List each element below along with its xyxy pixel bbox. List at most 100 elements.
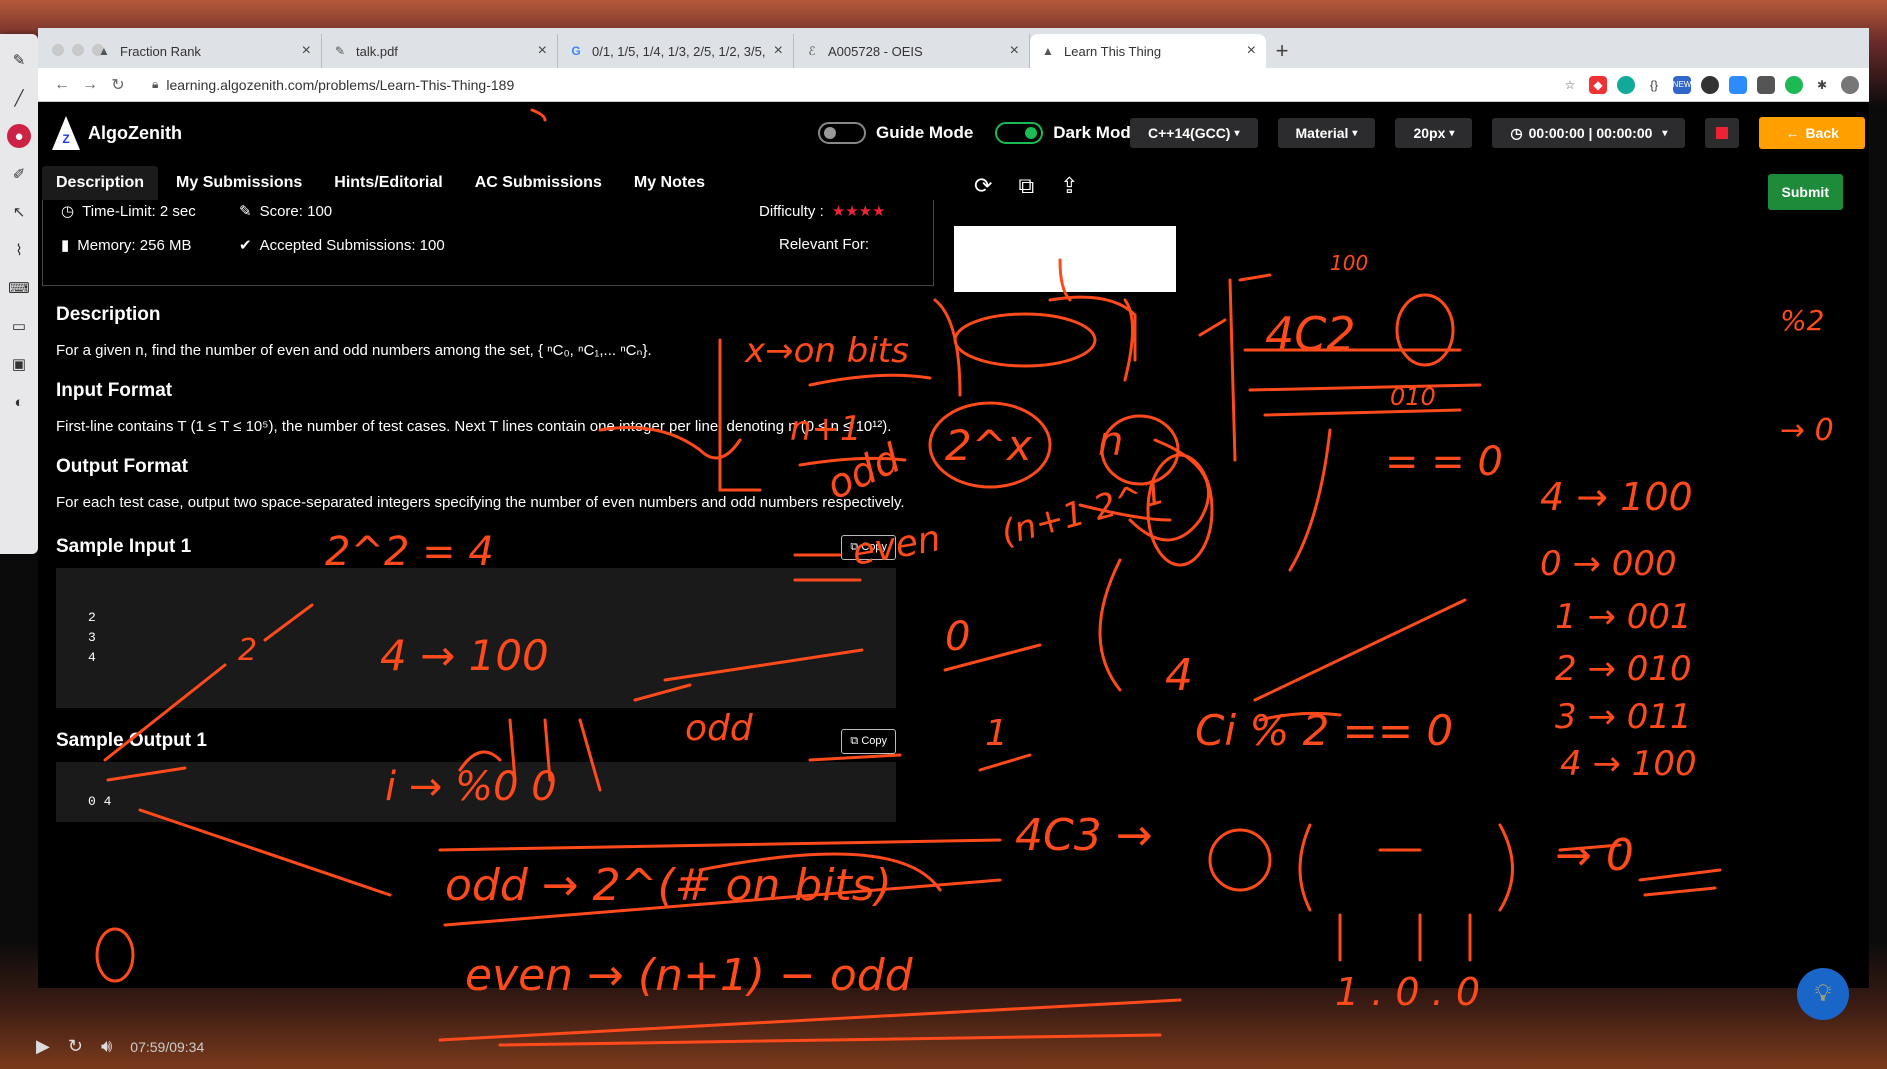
- avatar[interactable]: [1841, 75, 1859, 94]
- theme-select[interactable]: Material ▾: [1277, 118, 1376, 148]
- pencil-icon: ✎: [239, 203, 252, 220]
- copy-input-button[interactable]: ⧉ Copy: [841, 534, 896, 560]
- sample-input-block: 2 3 4: [56, 568, 896, 708]
- stop-icon: [1716, 127, 1729, 139]
- reload-icon[interactable]: ↻: [104, 75, 132, 95]
- output-format-heading: Output Format: [56, 456, 188, 477]
- submit-button[interactable]: Submit: [1767, 174, 1843, 210]
- tab-close-icon[interactable]: ×: [538, 42, 547, 60]
- new-tab-button[interactable]: +: [1266, 34, 1298, 68]
- extension-icon[interactable]: {}: [1645, 76, 1663, 94]
- browser-tab[interactable]: G 0/1, 1/5, 1/4, 1/3, 2/5, 1/2, 3/5, ×: [558, 34, 794, 68]
- annotation-toolbar: ✎ ╱ ● ✐ ↖ ⌇ ⌨ ▭ ▣ ◐: [0, 34, 38, 554]
- editor-toolbar: ⟳ ⧉ ⇪: [954, 164, 1869, 208]
- extensions-area: ☆ ◆ {} NEW ✱: [1561, 75, 1859, 94]
- brush-icon[interactable]: ⌇: [7, 238, 31, 262]
- editor-panel: ⟳ ⧉ ⇪ Submit: [954, 164, 1869, 988]
- screen-icon[interactable]: ▭: [7, 314, 31, 338]
- tab-bar: ▲ Fraction Rank × ✎ talk.pdf × G 0/1, 1/…: [38, 28, 1869, 68]
- algozenith-logo-icon: Z: [52, 116, 80, 150]
- pencil-icon[interactable]: ✎: [7, 48, 31, 72]
- difficulty: Difficulty : ★★★★: [759, 202, 886, 221]
- play-icon[interactable]: ▶: [36, 1036, 50, 1057]
- tab-my-notes[interactable]: My Notes: [620, 166, 719, 200]
- color-picker-icon[interactable]: ●: [7, 124, 31, 148]
- browser-tab-active[interactable]: ▲ Learn This Thing ×: [1030, 34, 1266, 68]
- url-field[interactable]: 🔒︎ learning.algozenith.com/problems/Lear…: [152, 77, 1561, 93]
- eraser-icon[interactable]: ◐: [7, 390, 31, 414]
- tab-close-icon[interactable]: ×: [1247, 42, 1256, 60]
- dark-mode-toggle[interactable]: Dark Mode: [995, 122, 1140, 144]
- memory-icon: ▮: [61, 237, 70, 254]
- tab-description[interactable]: Description: [42, 166, 159, 200]
- brand-logo[interactable]: Z AlgoZenith: [52, 116, 182, 150]
- description-heading: Description: [56, 304, 161, 325]
- oeis-favicon-icon: ℰ: [808, 44, 816, 58]
- sample-input-line: 4: [88, 650, 96, 665]
- extension-icon[interactable]: [1701, 75, 1719, 94]
- copy-icon[interactable]: ⧉: [1018, 173, 1034, 199]
- lock-icon: 🔒︎: [152, 77, 159, 91]
- tab-ac-submissions[interactable]: AC Submissions: [461, 166, 616, 200]
- time-limit: ◷ Time-Limit: 2 sec: [61, 202, 196, 221]
- problem-meta: ◷ Time-Limit: 2 sec ✎ Score: 100 Difficult…: [42, 200, 934, 286]
- copy-output-button[interactable]: ⧉ Copy: [841, 728, 896, 754]
- browser-tab[interactable]: ▲ Fraction Rank ×: [86, 34, 322, 68]
- tab-close-icon[interactable]: ×: [1010, 42, 1019, 60]
- google-favicon-icon: G: [571, 44, 581, 58]
- guide-mode-toggle[interactable]: Guide Mode: [818, 122, 973, 144]
- browser-tab[interactable]: ℰ A005728 - OEIS ×: [794, 34, 1030, 68]
- caret-down-icon: ▾: [1449, 127, 1455, 139]
- memory-limit: ▮ Memory: 256 MB: [61, 236, 192, 255]
- browser-tab[interactable]: ✎ talk.pdf ×: [322, 34, 558, 68]
- record-button[interactable]: [1705, 118, 1740, 148]
- left-arrow-icon: ←: [1785, 125, 1800, 141]
- guide-mode-switch[interactable]: [818, 122, 866, 144]
- input-format-text: First-line contains T (1 ≤ T ≤ 10⁵), the…: [56, 418, 892, 435]
- refresh-icon[interactable]: ⟳: [974, 173, 992, 199]
- sample-output-heading: Sample Output 1: [56, 730, 207, 751]
- puzzle-icon[interactable]: ✱: [1813, 76, 1831, 94]
- sample-input-line: 2: [88, 610, 96, 625]
- extension-icon[interactable]: ◆: [1589, 75, 1607, 94]
- tab-close-icon[interactable]: ×: [774, 42, 783, 60]
- editor-popup: [954, 226, 1176, 292]
- tab-my-submissions[interactable]: My Submissions: [162, 166, 316, 200]
- video-time: 07:59/09:34: [130, 1038, 205, 1055]
- clock-icon: ◷: [1510, 124, 1523, 141]
- volume-icon[interactable]: 🔊︎: [101, 1036, 112, 1057]
- image-icon[interactable]: ▣: [7, 352, 31, 376]
- tab-hints-editorial[interactable]: Hints/Editorial: [320, 166, 456, 200]
- pdf-favicon-icon: ✎: [334, 44, 346, 58]
- star-icon[interactable]: ☆: [1561, 76, 1579, 94]
- tab-close-icon[interactable]: ×: [302, 42, 311, 60]
- app-header: Z AlgoZenith Guide Mode Dark Mode C++14(…: [38, 102, 1869, 164]
- extension-icon[interactable]: NEW: [1673, 75, 1691, 94]
- back-button[interactable]: ← Back: [1759, 117, 1865, 149]
- editor-controls: C++14(GCC) ▾ Material ▾ 20px ▾ ◷ 00:00:00 | …: [1130, 117, 1865, 149]
- timer-select[interactable]: ◷ 00:00:00 | 00:00:00 ▾: [1492, 118, 1686, 148]
- keyboard-icon[interactable]: ⌨: [7, 276, 31, 300]
- extension-icon[interactable]: [1785, 75, 1803, 94]
- pen-icon[interactable]: ╱: [7, 86, 31, 110]
- language-select[interactable]: C++14(GCC) ▾: [1130, 118, 1258, 148]
- extension-icon[interactable]: [1757, 75, 1775, 94]
- back-arrow-icon[interactable]: ←: [48, 76, 76, 94]
- highlighter-icon[interactable]: ✐: [7, 162, 31, 186]
- accepted-submissions: ✔ Accepted Submissions: 100: [239, 236, 445, 255]
- replay-icon[interactable]: ↻: [68, 1036, 83, 1057]
- sample-input-heading: Sample Input 1: [56, 536, 192, 557]
- sample-input-header: Sample Input 1 ⧉ Copy: [56, 534, 896, 560]
- dark-mode-switch[interactable]: [995, 122, 1044, 144]
- help-bulb-icon[interactable]: 💡︎: [1797, 968, 1849, 1020]
- font-size-select[interactable]: 20px ▾: [1395, 118, 1473, 148]
- algozenith-favicon-icon: ▲: [1042, 44, 1054, 58]
- pointer-icon[interactable]: ↖: [7, 200, 31, 224]
- sample-input-line: 3: [88, 630, 96, 645]
- forward-arrow-icon[interactable]: →: [76, 76, 104, 94]
- extension-icon[interactable]: [1729, 75, 1747, 94]
- upload-icon[interactable]: ⇪: [1060, 173, 1078, 199]
- extension-icon[interactable]: [1617, 75, 1635, 94]
- sample-output-block: 0 4: [56, 762, 896, 822]
- output-format-text: For each test case, output two space-sep…: [56, 494, 905, 511]
